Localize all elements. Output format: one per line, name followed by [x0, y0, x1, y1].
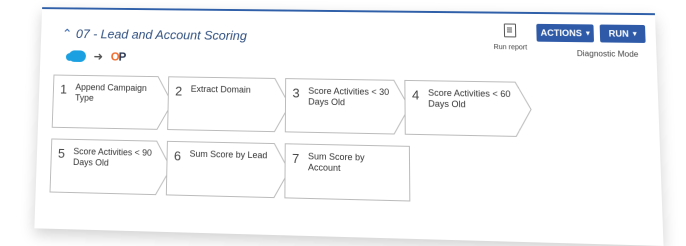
diagnostic-mode-label: Diagnostic Mode	[577, 49, 639, 59]
caret-down-icon: ▾	[633, 30, 637, 38]
stage: ⌃ 07 - Lead and Account Scoring ➜ OP Run…	[0, 0, 686, 246]
step-label: Score Activities < 60 Days Old	[428, 88, 514, 111]
step-number: 2	[175, 84, 182, 99]
run-report-label: Run report	[490, 44, 531, 51]
step-card[interactable]: 3 Score Activities < 30 Days Old	[284, 78, 410, 136]
integration-icons: ➜ OP	[69, 49, 126, 63]
caret-down-icon: ▾	[586, 29, 590, 37]
step-card[interactable]: 5 Score Activities < 90 Days Old	[49, 138, 172, 196]
step-number: 6	[174, 148, 181, 163]
actions-label: ACTIONS	[540, 28, 582, 38]
step-label: Sum Score by Account	[308, 151, 392, 175]
step-label: Score Activities < 90 Days Old	[73, 146, 155, 169]
step-card[interactable]: 1 Append Campaign Type	[51, 74, 173, 131]
step-number: 3	[292, 86, 299, 101]
step-card[interactable]: 4 Score Activities < 60 Days Old	[404, 79, 533, 137]
card-header: ⌃ 07 - Lead and Account Scoring ➜ OP Run…	[40, 9, 657, 75]
chevron-up-icon[interactable]: ⌃	[62, 27, 73, 40]
arrow-right-icon: ➜	[93, 50, 103, 64]
actions-button[interactable]: ACTIONS ▾	[536, 24, 594, 42]
document-icon	[504, 23, 516, 37]
steps-grid: 1 Append Campaign Type 2 Extract Domain …	[34, 68, 663, 242]
step-card[interactable]: 2 Extract Domain	[167, 76, 291, 133]
op-logo: OP	[111, 50, 126, 64]
run-label: RUN	[608, 29, 628, 39]
step-label: Append Campaign Type	[75, 82, 156, 105]
workflow-card: ⌃ 07 - Lead and Account Scoring ➜ OP Run…	[34, 7, 663, 246]
step-label: Extract Domain	[191, 84, 273, 96]
step-card[interactable]: 7 Sum Score by Account	[284, 143, 411, 202]
step-number: 5	[58, 146, 65, 161]
step-number: 1	[60, 82, 67, 97]
step-card[interactable]: 6 Sum Score by Lead	[165, 140, 290, 199]
title-row[interactable]: ⌃ 07 - Lead and Account Scoring	[62, 26, 247, 43]
workflow-title: 07 - Lead and Account Scoring	[76, 27, 247, 43]
step-number: 7	[292, 151, 299, 166]
salesforce-icon	[69, 50, 86, 62]
run-button[interactable]: RUN ▾	[600, 25, 646, 43]
run-report-button[interactable]: Run report	[490, 23, 531, 51]
step-number: 4	[412, 87, 419, 102]
step-label: Score Activities < 30 Days Old	[308, 86, 392, 109]
step-label: Sum Score by Lead	[190, 149, 273, 162]
